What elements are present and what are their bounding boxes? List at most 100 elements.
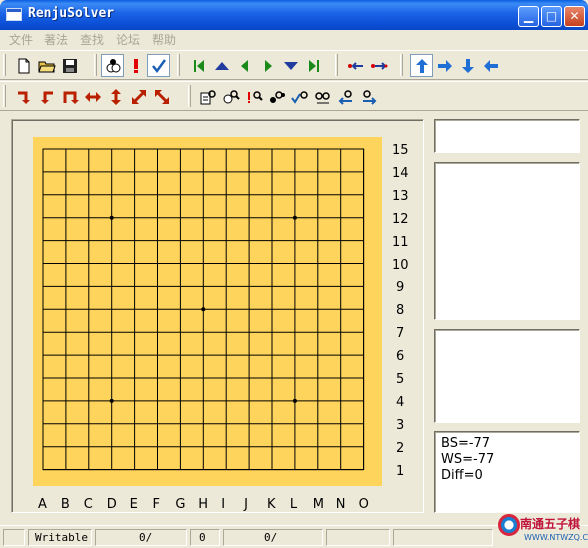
search-white-icon (223, 89, 240, 103)
notes-panel[interactable] (434, 329, 580, 423)
file-label: F (152, 497, 160, 512)
status-mode: Writable (28, 529, 92, 546)
nav-right-button[interactable] (433, 54, 456, 77)
search-white-button[interactable] (219, 85, 242, 108)
rotate-down-button[interactable] (12, 85, 35, 108)
file-label: D (106, 497, 117, 512)
comment-panel[interactable] (434, 162, 580, 320)
last-move-button[interactable] (302, 54, 325, 77)
move-right-button[interactable] (367, 54, 390, 77)
menu-forum[interactable]: 论坛 (116, 31, 140, 48)
forward-button[interactable] (256, 54, 279, 77)
search-doc-icon (200, 89, 216, 104)
search-black-button[interactable] (265, 85, 288, 108)
rank-label: 9 (396, 280, 405, 296)
black-score: BS=-77 (441, 436, 491, 451)
window-title: RenjuSolver (28, 6, 115, 21)
toolbar-transform (0, 81, 588, 111)
nav-up-button[interactable] (410, 54, 433, 77)
check-button[interactable] (147, 54, 170, 77)
file-label: L (289, 497, 298, 512)
first-move-button[interactable] (187, 54, 210, 77)
new-file-icon (18, 58, 29, 73)
file-group (12, 53, 81, 78)
toolbar-grip[interactable] (3, 54, 6, 76)
watermark-text: 南通五子棋 (520, 517, 581, 531)
menu-help[interactable]: 帮助 (152, 31, 176, 48)
toolbar-separator (188, 85, 191, 107)
toolbar-main (0, 50, 588, 80)
rank-label: 12 (392, 211, 409, 227)
maximize-icon: □ (545, 9, 558, 23)
search-pair-button[interactable] (311, 85, 334, 108)
open-button[interactable] (35, 54, 58, 77)
new-button[interactable] (12, 54, 35, 77)
star-point (109, 398, 114, 403)
minimize-button[interactable]: ▁ (518, 6, 539, 27)
navigation-group (187, 53, 325, 78)
exclamation-button[interactable] (124, 54, 147, 77)
menu-search[interactable]: 查找 (80, 31, 104, 48)
forward-arrow-icon (264, 59, 272, 72)
back-button[interactable] (233, 54, 256, 77)
search-back-icon (338, 89, 352, 105)
nav-left-button[interactable] (479, 54, 502, 77)
menu-moves[interactable]: 著法 (44, 31, 68, 48)
down-button[interactable] (279, 54, 302, 77)
flip-horizontal-button[interactable] (81, 85, 104, 108)
maximize-button[interactable]: □ (541, 6, 562, 27)
flip-vertical-button[interactable] (104, 85, 127, 108)
file-label: G (175, 497, 186, 512)
up-button[interactable] (210, 54, 233, 77)
watermark-url: WWW.NTWZQ.COM (524, 533, 588, 542)
nav-up-icon (415, 58, 428, 73)
status-cell-blank (393, 529, 493, 546)
star-point (292, 398, 297, 403)
file-label: E (129, 497, 138, 512)
save-button[interactable] (58, 54, 81, 77)
nav-down-button[interactable] (456, 54, 479, 77)
status-cell-blank (326, 529, 390, 546)
status-cell-empty (3, 529, 25, 546)
search-black-icon (269, 90, 285, 103)
toolbar-separator (400, 54, 403, 76)
move-left-icon (347, 61, 363, 70)
rotate-up-button[interactable] (58, 85, 81, 108)
nav-right-icon (437, 59, 452, 72)
search-doc-button[interactable] (196, 85, 219, 108)
back-arrow-icon (240, 59, 248, 72)
search-pair-icon (314, 91, 330, 103)
mark-group (101, 53, 170, 78)
move-left-button[interactable] (344, 54, 367, 77)
flip-antidiagonal-button[interactable] (150, 85, 173, 108)
file-label: I (221, 497, 226, 512)
stones-button[interactable] (101, 54, 124, 77)
search-forward-icon (362, 89, 376, 105)
first-move-icon (193, 59, 204, 72)
star-point (292, 215, 297, 220)
file-label: K (267, 497, 276, 512)
toolbar-grip[interactable] (3, 85, 6, 107)
title-bar[interactable]: RenjuSolver ▁ □ ✕ (0, 0, 588, 30)
search-excl-button[interactable] (242, 85, 265, 108)
search-check-icon (290, 90, 308, 104)
search-check-button[interactable] (288, 85, 311, 108)
close-button[interactable]: ✕ (564, 6, 585, 27)
minimize-icon: ▁ (523, 9, 534, 23)
exclamation-icon (133, 58, 138, 73)
rank-label: 1 (396, 463, 405, 479)
board-grid[interactable] (33, 137, 382, 486)
search-back-button[interactable] (334, 85, 357, 108)
file-label: J (244, 497, 248, 512)
flip-diagonal-button[interactable] (127, 85, 150, 108)
go-board[interactable] (33, 137, 382, 486)
menu-file[interactable]: 文件 (9, 31, 33, 48)
rank-label: 7 (396, 326, 405, 342)
rotate-left-button[interactable] (35, 85, 58, 108)
search-forward-button[interactable] (357, 85, 380, 108)
save-disk-icon (62, 58, 77, 73)
stones-icon (106, 58, 120, 72)
flip-antidiagonal-icon (154, 89, 169, 104)
up-arrow-icon (214, 61, 229, 70)
info-panel[interactable] (434, 119, 580, 153)
